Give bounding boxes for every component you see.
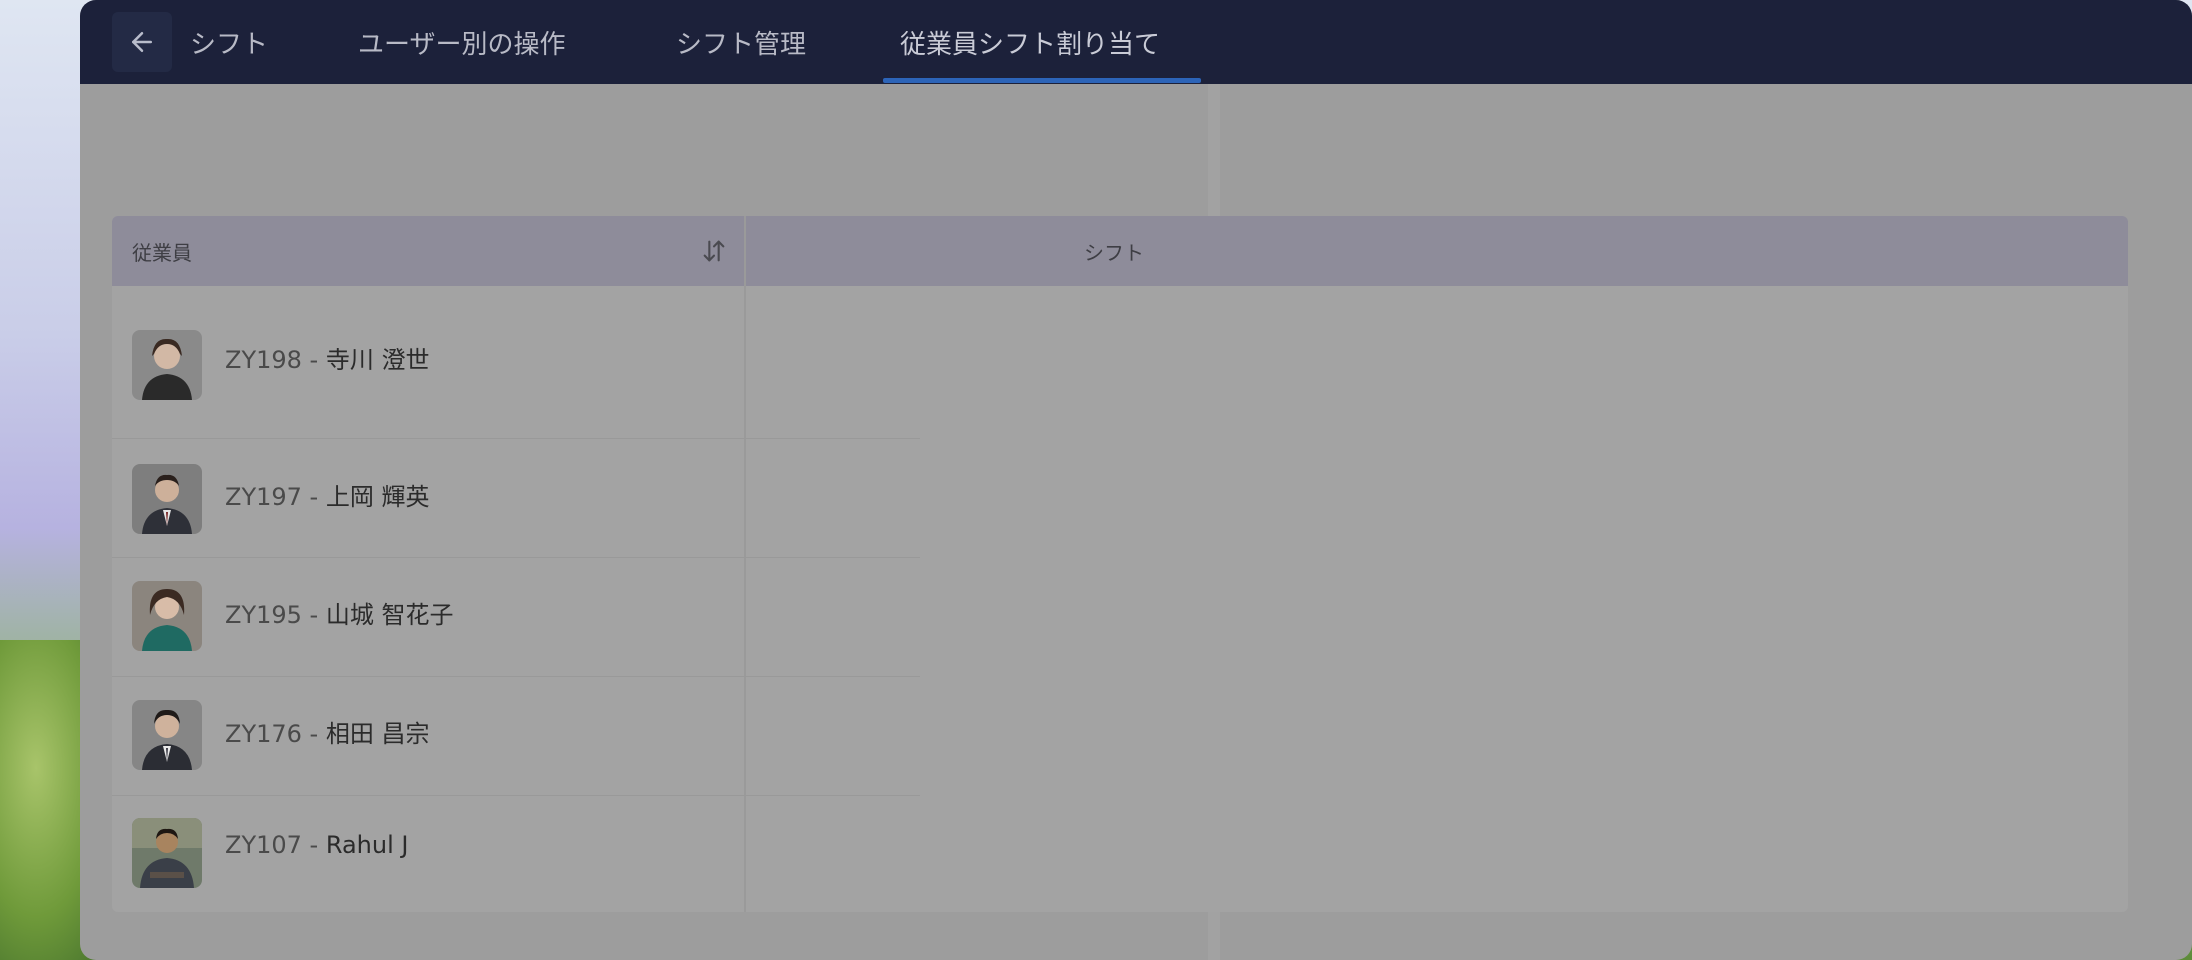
employee-id: ZY198 -: [225, 346, 326, 374]
avatar: [132, 581, 202, 651]
avatar: [132, 700, 202, 770]
column-header-shift[interactable]: シフト: [1084, 216, 1144, 286]
table-row[interactable]: ZY176 - 相田 昌宗: [112, 677, 920, 795]
back-button[interactable]: [112, 12, 172, 72]
table-row[interactable]: ZY198 - 寺川 澄世: [112, 286, 920, 438]
employee-name: ZY197 - 上岡 輝英: [225, 477, 429, 512]
employee-name: ZY198 - 寺川 澄世: [225, 340, 429, 375]
employee-id: ZY107 -: [225, 831, 326, 859]
tab-shift[interactable]: シフト: [190, 0, 268, 84]
sort-icon[interactable]: [700, 236, 728, 266]
employee-name: ZY107 - Rahul J: [225, 831, 408, 859]
avatar: [132, 818, 202, 888]
active-tab-indicator: [883, 78, 1201, 83]
top-nav: シフト ユーザー別の操作 シフト管理 従業員シフト割り当て: [80, 0, 2192, 84]
column-header-employee[interactable]: 従業員: [132, 216, 192, 286]
assignment-table: 従業員 シフト ZY198 - 寺川 澄世 ZY197 - 上岡 輝英 ZY19…: [112, 216, 2128, 912]
employee-name: ZY176 - 相田 昌宗: [225, 714, 429, 749]
tab-shift-management[interactable]: シフト管理: [676, 0, 806, 84]
avatar: [132, 330, 202, 400]
tab-user-operations[interactable]: ユーザー別の操作: [358, 0, 565, 84]
table-header: 従業員 シフト: [112, 216, 2128, 286]
employee-full-name: 寺川 澄世: [325, 346, 430, 374]
employee-id: ZY197 -: [225, 483, 326, 511]
table-row[interactable]: ZY195 - 山城 智花子: [112, 558, 920, 676]
table-row[interactable]: ZY107 - Rahul J: [112, 796, 920, 912]
avatar: [132, 464, 202, 534]
employee-name: ZY195 - 山城 智花子: [225, 595, 453, 630]
app-window: シフト ユーザー別の操作 シフト管理 従業員シフト割り当て 従業員 シフト ZY…: [80, 0, 2192, 960]
tab-employee-shift-assignment[interactable]: 従業員シフト割り当て: [900, 0, 1160, 84]
employee-full-name: Rahul J: [325, 831, 409, 859]
table-row[interactable]: ZY197 - 上岡 輝英: [112, 439, 920, 557]
employee-full-name: 上岡 輝英: [325, 483, 430, 511]
employee-id: ZY176 -: [225, 720, 326, 748]
arrow-left-icon: [132, 32, 152, 52]
employee-full-name: 山城 智花子: [325, 601, 454, 629]
employee-full-name: 相田 昌宗: [325, 720, 430, 748]
employee-id: ZY195 -: [225, 601, 326, 629]
